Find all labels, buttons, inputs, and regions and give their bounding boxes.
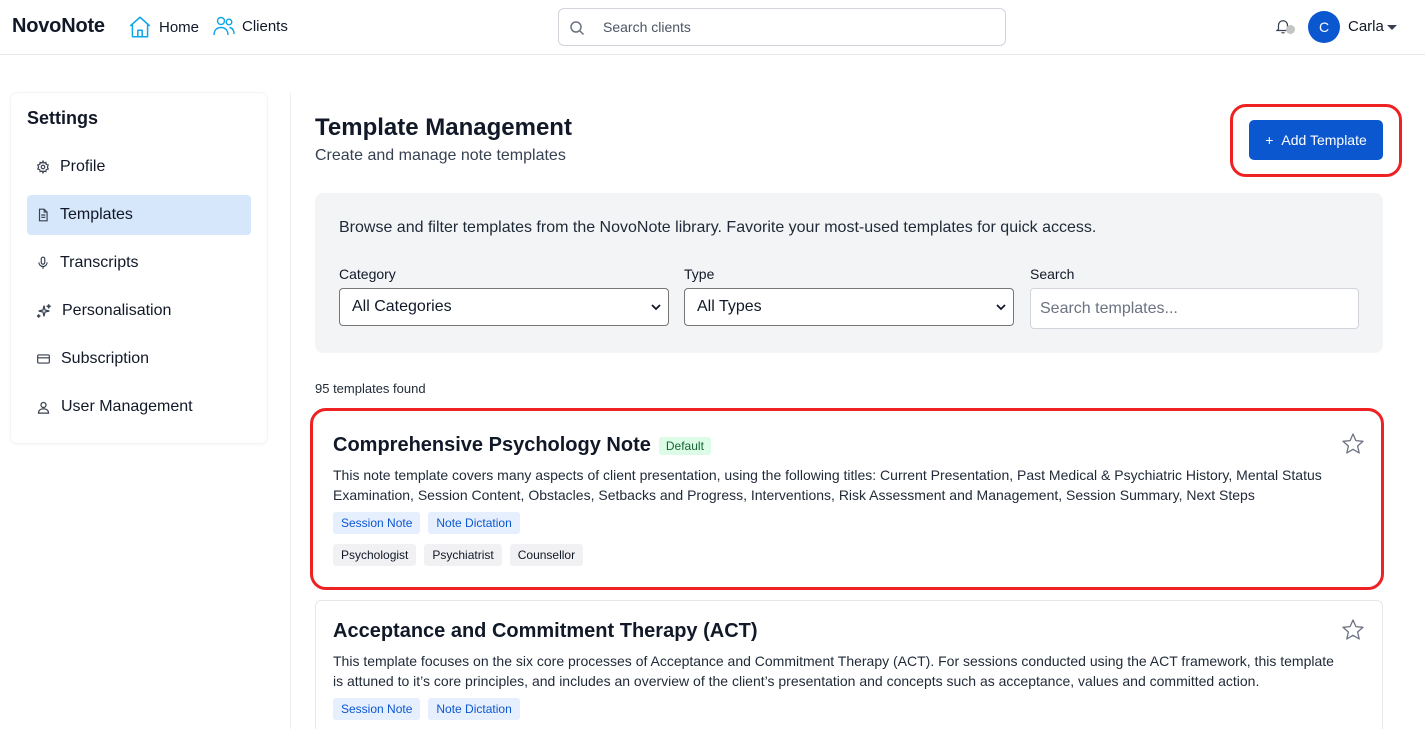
document-icon xyxy=(38,208,48,222)
avatar[interactable]: C xyxy=(1308,11,1340,43)
chevron-down-icon xyxy=(651,304,661,311)
tag-psychiatrist: Psychiatrist xyxy=(424,544,502,566)
type-select-value: All Types xyxy=(697,298,762,315)
add-template-button[interactable]: + Add Template xyxy=(1249,120,1383,160)
category-label: Category xyxy=(339,266,396,282)
notification-dot xyxy=(1286,25,1295,34)
user-name[interactable]: Carla xyxy=(1348,18,1384,35)
client-search-input[interactable] xyxy=(603,9,993,45)
tag-note-dictation: Note Dictation xyxy=(428,698,520,720)
category-select-value: All Categories xyxy=(352,298,452,315)
chevron-down-icon xyxy=(996,304,1006,311)
add-template-label: Add Template xyxy=(1281,132,1367,148)
template-title: Comprehensive Psychology Note xyxy=(333,434,651,456)
tag-psychologist: Psychologist xyxy=(333,544,417,566)
category-select[interactable]: All Categories xyxy=(339,288,669,326)
sidebar-title: Settings xyxy=(27,108,99,128)
sidebar-item-label: Subscription xyxy=(61,350,150,367)
tag-session-note: Session Note xyxy=(333,698,421,720)
nav-home-label: Home xyxy=(159,18,200,36)
gear-icon xyxy=(36,160,50,174)
plus-icon: + xyxy=(1265,132,1274,148)
page-subtitle: Create and manage note templates xyxy=(315,147,566,164)
search-label: Search xyxy=(1030,266,1075,282)
role-tags: Psychologist Psychiatrist Counsellor xyxy=(333,544,584,566)
search-icon xyxy=(570,21,585,36)
sidebar-item-label: Templates xyxy=(60,206,133,223)
sparkle-icon xyxy=(36,304,51,318)
users-icon xyxy=(213,16,235,36)
content-divider xyxy=(290,93,291,729)
card-title-row: Comprehensive Psychology Note Default xyxy=(333,434,711,457)
chevron-down-icon[interactable] xyxy=(1387,25,1397,30)
home-icon xyxy=(129,16,151,38)
type-label: Type xyxy=(684,266,715,282)
credit-card-icon xyxy=(37,354,50,364)
template-search-input[interactable] xyxy=(1030,288,1359,329)
nav-clients[interactable]: Clients xyxy=(212,14,288,38)
user-icon xyxy=(37,401,50,414)
top-bar: NovoNote Home Clients C Carla xyxy=(0,0,1425,55)
microphone-icon xyxy=(38,256,48,269)
type-tags: Session Note Note Dictation xyxy=(333,512,520,534)
tag-session-note: Session Note xyxy=(333,512,421,534)
client-search[interactable] xyxy=(558,8,1006,46)
nav-home[interactable]: Home xyxy=(127,14,199,40)
sidebar-item-personalisation[interactable]: Personalisation xyxy=(27,291,251,331)
template-description: This template focuses on the six core pr… xyxy=(333,653,1334,689)
result-count: 95 templates found xyxy=(315,381,426,396)
filter-intro: Browse and filter templates from the Nov… xyxy=(339,219,1097,236)
sidebar-item-templates[interactable]: Templates xyxy=(27,195,251,235)
tag-counsellor: Counsellor xyxy=(509,544,584,566)
tag-note-dictation: Note Dictation xyxy=(428,512,520,534)
sidebar-item-subscription[interactable]: Subscription xyxy=(27,339,251,379)
nav-clients-label: Clients xyxy=(242,17,288,35)
page-title: Template Management xyxy=(315,114,572,141)
template-card[interactable]: Acceptance and Commitment Therapy (ACT) … xyxy=(315,600,1383,729)
template-card[interactable]: Comprehensive Psychology Note Default Th… xyxy=(315,414,1383,583)
sidebar-item-label: Transcripts xyxy=(60,254,139,271)
star-icon[interactable] xyxy=(1341,618,1365,642)
sidebar-item-user-management[interactable]: User Management xyxy=(27,387,251,427)
settings-sidebar: Settings Profile Templates Transcripts P… xyxy=(11,93,267,443)
brand-logo[interactable]: NovoNote xyxy=(12,15,105,38)
type-tags: Session Note Note Dictation xyxy=(333,698,520,720)
sidebar-item-label: Personalisation xyxy=(62,302,172,319)
sidebar-item-label: User Management xyxy=(61,398,193,415)
star-icon[interactable] xyxy=(1341,432,1365,456)
sidebar-item-transcripts[interactable]: Transcripts xyxy=(27,243,251,283)
default-badge: Default xyxy=(658,436,711,455)
template-description: This note template covers many aspects o… xyxy=(333,467,1322,503)
type-select[interactable]: All Types xyxy=(684,288,1014,326)
card-title-row: Acceptance and Commitment Therapy (ACT) xyxy=(333,620,758,643)
filter-panel: Browse and filter templates from the Nov… xyxy=(315,193,1383,353)
template-title: Acceptance and Commitment Therapy (ACT) xyxy=(333,620,758,642)
sidebar-item-profile[interactable]: Profile xyxy=(27,147,251,187)
sidebar-item-label: Profile xyxy=(60,158,106,175)
